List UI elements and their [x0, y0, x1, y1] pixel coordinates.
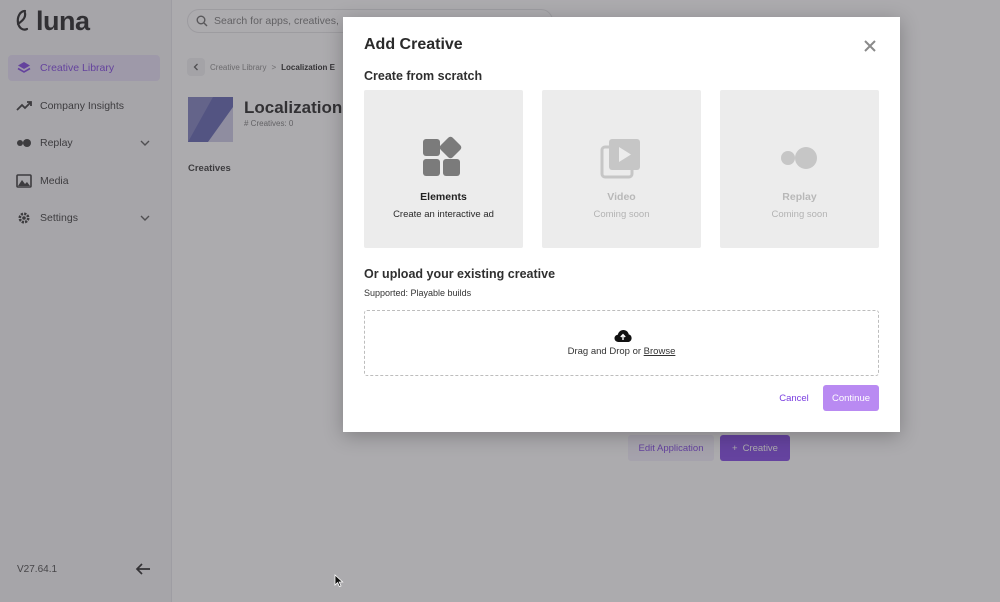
close-icon[interactable] [863, 39, 877, 53]
browse-link[interactable]: Browse [644, 346, 676, 357]
elements-icon [423, 136, 462, 176]
drop-instructions: Drag and Drop or Browse [365, 346, 878, 357]
card-title: Video [607, 191, 636, 203]
card-description: Create an interactive ad [393, 209, 494, 220]
card-description: Coming soon [771, 209, 828, 220]
video-card: Video Coming soon [542, 90, 701, 248]
continue-button[interactable]: Continue [823, 385, 879, 411]
card-description: Coming soon [593, 209, 650, 220]
elements-card[interactable]: Elements Create an interactive ad [364, 90, 523, 248]
modal-title: Add Creative [364, 36, 463, 53]
drop-text: Drag and Drop or [567, 346, 644, 357]
video-icon [600, 139, 640, 179]
card-title: Replay [782, 191, 817, 203]
mouse-cursor-icon [334, 574, 344, 588]
add-creative-modal: Add Creative Create from scratch Element… [343, 17, 900, 432]
upload-dropzone[interactable]: Drag and Drop or Browse [364, 310, 879, 376]
create-from-scratch-heading: Create from scratch [364, 69, 483, 83]
replay-icon [781, 147, 817, 169]
cloud-upload-icon [614, 330, 632, 342]
cancel-button[interactable]: Cancel [771, 385, 817, 411]
card-title: Elements [420, 191, 467, 203]
upload-heading: Or upload your existing creative [364, 267, 556, 281]
supported-formats-text: Supported: Playable builds [364, 288, 472, 298]
replay-card: Replay Coming soon [720, 90, 879, 248]
